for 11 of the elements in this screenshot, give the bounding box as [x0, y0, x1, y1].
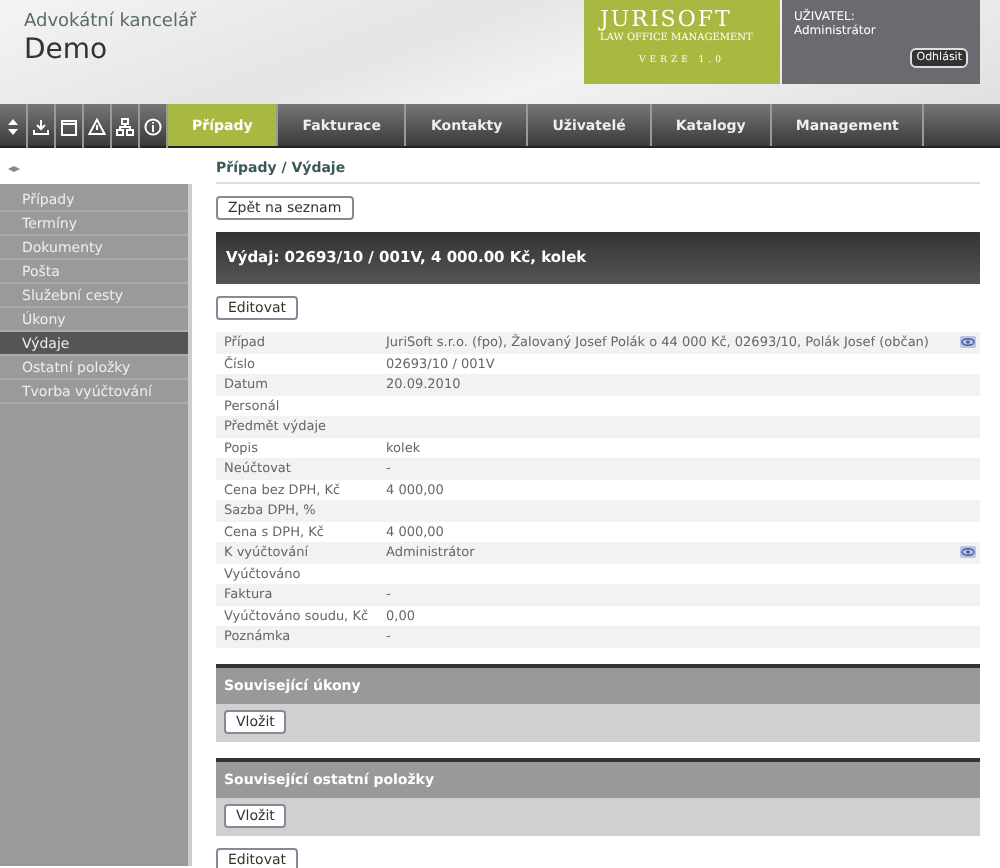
- calendar-icon[interactable]: [60, 117, 78, 135]
- office-label: Advokátní kancelář: [24, 12, 199, 32]
- download-icon[interactable]: [32, 117, 50, 135]
- eye-icon[interactable]: [960, 336, 976, 349]
- sitemap-icon[interactable]: [116, 117, 134, 135]
- up-down-arrows-icon[interactable]: [4, 117, 22, 135]
- brand-name: JURISOFT: [600, 6, 734, 32]
- warning-icon[interactable]: [88, 117, 106, 135]
- info-icon[interactable]: [144, 117, 162, 135]
- eye-icon[interactable]: [960, 546, 976, 559]
- office-name: Demo: [24, 34, 110, 66]
